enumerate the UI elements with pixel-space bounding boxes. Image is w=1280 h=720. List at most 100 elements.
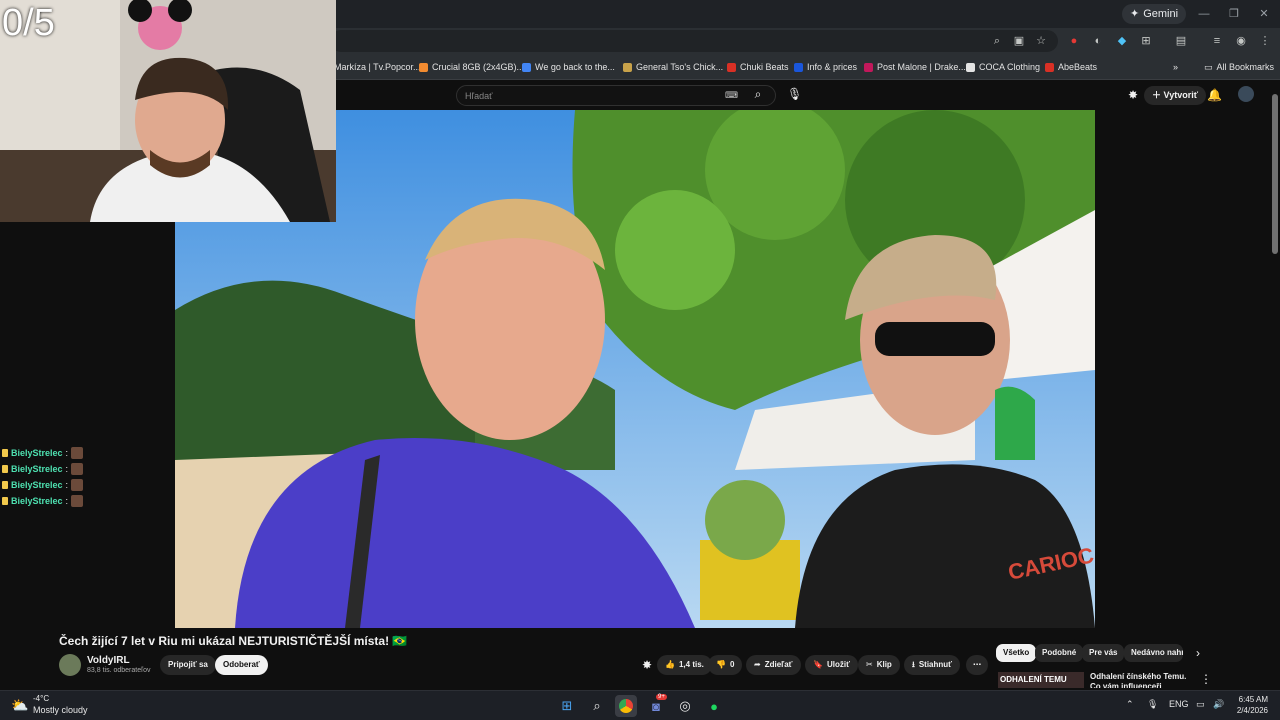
extensions-puzzle-icon[interactable]: ⊞: [1139, 34, 1153, 48]
volume-icon[interactable]: 🔊: [1213, 699, 1224, 710]
extension-red-icon[interactable]: ●: [1067, 34, 1081, 48]
recommendation-menu-icon[interactable]: ⋮: [1199, 672, 1213, 686]
join-button[interactable]: Pripojiť sa: [160, 655, 216, 675]
chat-message: BielyStrelec:: [0, 477, 175, 493]
spotify-icon[interactable]: ●: [703, 695, 725, 717]
scissors-icon: ✂: [866, 660, 873, 669]
profile-avatar-icon[interactable]: ◉: [1234, 34, 1248, 48]
keyboard-icon[interactable]: ⌨: [725, 90, 738, 100]
chat-message: BielyStrelec:: [0, 461, 175, 477]
extension-star-icon[interactable]: ✸: [640, 658, 654, 672]
extension-star-icon[interactable]: ✸: [1126, 88, 1140, 102]
more-icon: ⋯: [973, 660, 981, 669]
channel-name[interactable]: VoldyIRL: [87, 655, 130, 666]
close-icon[interactable]: ✕: [1256, 6, 1272, 22]
system-clock[interactable]: 6:45 AM 2/4/2026: [1232, 694, 1268, 716]
recommendation-thumbnail[interactable]: ODHALENÍ TEMU: [998, 672, 1084, 688]
chip-recently-uploaded[interactable]: Nedávno nahr: [1124, 644, 1183, 662]
bookmark-item[interactable]: Info & prices: [794, 60, 857, 74]
minimize-icon[interactable]: —: [1196, 6, 1212, 22]
restore-icon[interactable]: ❐: [1226, 6, 1242, 22]
thumbs-down-icon: 👎: [716, 660, 726, 669]
windows-start-icon[interactable]: ⊞: [556, 695, 578, 717]
extension-grey-icon[interactable]: ◐: [1091, 34, 1105, 48]
emote-icon: [71, 447, 84, 459]
input-language[interactable]: ENG: [1169, 699, 1189, 709]
tray-overflow-icon[interactable]: ⌃: [1126, 699, 1134, 710]
emote-icon: [71, 495, 84, 507]
weather-icon[interactable]: ⛅: [9, 694, 31, 716]
bookmark-star-icon[interactable]: ☆: [1034, 34, 1048, 48]
share-button[interactable]: ➦ Zdieľať: [746, 655, 801, 675]
zoom-icon[interactable]: ⌕: [990, 34, 1004, 48]
chip-related[interactable]: Podobné: [1035, 644, 1084, 662]
bookmark-item[interactable]: General Tso's Chick...: [623, 60, 723, 74]
bookmark-item[interactable]: Crucial 8GB (2x4GB)...: [419, 60, 524, 74]
chrome-icon[interactable]: [615, 695, 637, 717]
download-button[interactable]: ⭳ Stiahnuť: [904, 655, 960, 675]
weather-temperature[interactable]: -4°C: [33, 694, 49, 703]
dislike-button[interactable]: 👎 0: [708, 655, 743, 675]
gemini-button[interactable]: ✦ Gemini: [1122, 4, 1187, 24]
search-icon[interactable]: ⌕: [749, 87, 767, 103]
clock-date: 2/4/2026: [1236, 706, 1268, 715]
side-panel-icon[interactable]: ▤: [1174, 34, 1188, 48]
kebab-menu-icon[interactable]: ⋮: [1258, 34, 1272, 48]
plus-icon: ＋: [1152, 90, 1162, 100]
chip-for-you[interactable]: Pre vás: [1082, 644, 1125, 662]
windows-taskbar: ⛅ -4°C Mostly cloudy ⊞ ⌕ ◙ 9+ ◎ ● ⌃ 🎙 EN…: [0, 690, 1280, 720]
bookmark-item[interactable]: Chuki Beats: [727, 60, 789, 74]
bookmark-favicon-icon: [623, 62, 632, 72]
bookmark-item[interactable]: Post Malone | Drake...: [864, 60, 966, 74]
create-button[interactable]: ＋ Vytvoriť: [1144, 86, 1207, 105]
weather-description[interactable]: Mostly cloudy: [33, 705, 88, 715]
search-input[interactable]: [465, 86, 715, 105]
video-title: Čech žijící 7 let v Riu mi ukázal NEJTUR…: [59, 634, 408, 648]
bookmark-item[interactable]: AbeBeats: [1045, 60, 1097, 74]
chat-message: BielyStrelec:: [0, 493, 175, 509]
notifications-bell-icon[interactable]: 🔔: [1207, 88, 1222, 102]
bookmark-item[interactable]: We go back to the...: [522, 60, 615, 74]
obs-icon[interactable]: ◎: [674, 695, 696, 717]
search-box: ⌨ ⌕: [456, 85, 776, 106]
bookmark-item[interactable]: Markíza | Tv.Popcor...: [334, 60, 421, 74]
network-icon[interactable]: ▭: [1196, 699, 1205, 710]
recommendation-title[interactable]: Odhalení čínského Temu. Co vám influence…: [1090, 672, 1190, 688]
bookmark-favicon-icon: [864, 62, 873, 72]
subscribe-button[interactable]: Odoberať: [215, 655, 268, 675]
omnibox[interactable]: [330, 30, 1058, 52]
gemini-label: Gemini: [1143, 8, 1179, 20]
more-actions-button[interactable]: ⋯: [966, 655, 988, 675]
chat-badge-icon: [2, 449, 8, 457]
gemini-icon: ✦: [1130, 8, 1140, 20]
save-button[interactable]: 🔖 Uložiť: [805, 655, 858, 675]
bookmark-item[interactable]: COCA Clothing: [966, 60, 1040, 74]
scrollbar-thumb[interactable]: [1272, 94, 1278, 254]
bookmarks-overflow-icon[interactable]: »: [1173, 60, 1178, 74]
bookmark-favicon-icon: [1045, 62, 1054, 72]
extension-blue-icon[interactable]: ◆: [1115, 34, 1129, 48]
clip-button[interactable]: ✂ Klip: [858, 655, 900, 675]
emote-icon: [71, 479, 84, 491]
all-bookmarks[interactable]: ▭ All Bookmarks: [1204, 60, 1274, 74]
bookmark-favicon-icon: [522, 62, 531, 72]
thumbs-up-icon: 👍: [665, 660, 675, 669]
clock-time: 6:45 AM: [1238, 695, 1268, 704]
emote-icon: [71, 463, 84, 475]
channel-avatar[interactable]: [59, 654, 81, 676]
chevron-right-icon[interactable]: ›: [1191, 646, 1205, 660]
challenge-counter: 0/5: [2, 2, 55, 44]
page-scrollbar[interactable]: [1270, 80, 1280, 690]
microphone-icon[interactable]: 🎙: [787, 87, 802, 101]
bookmark-favicon-icon: [419, 62, 428, 72]
bookmark-favicon-icon: [966, 62, 975, 72]
bookmark-favicon-icon: [727, 62, 736, 72]
account-avatar[interactable]: [1238, 86, 1254, 102]
microphone-tray-icon[interactable]: 🎙: [1147, 699, 1158, 710]
chat-message: BielyStrelec:: [0, 445, 175, 461]
cast-icon[interactable]: ▣: [1012, 34, 1026, 48]
chip-all[interactable]: Všetko: [996, 644, 1037, 662]
menu-lines-icon[interactable]: ≡: [1210, 34, 1224, 48]
search-icon[interactable]: ⌕: [586, 695, 608, 717]
like-button[interactable]: 👍 1,4 tis.: [657, 655, 712, 675]
